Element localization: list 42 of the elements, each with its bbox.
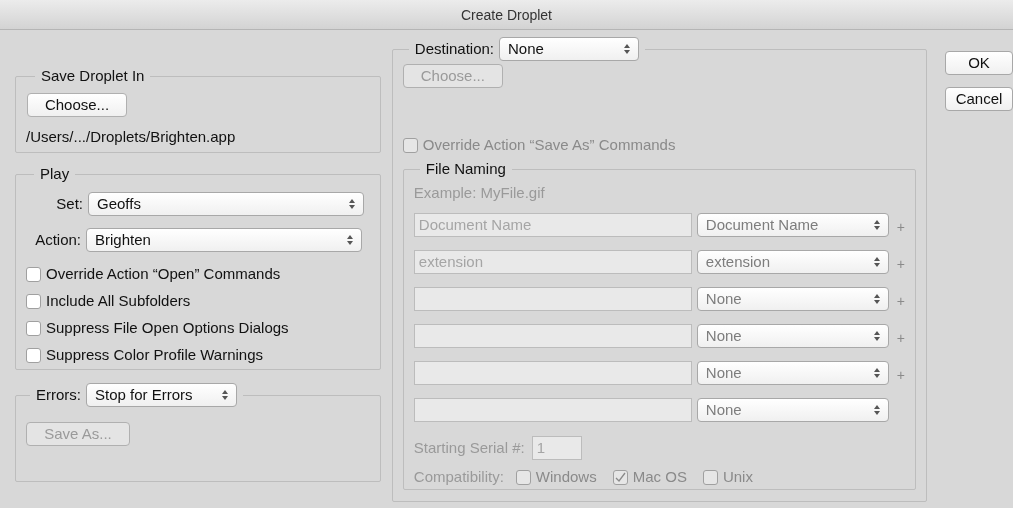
field-label: Starting Serial #: <box>413 439 525 457</box>
dropdown[interactable]: Stop for Errors <box>86 383 237 407</box>
window-title: Create Droplet <box>460 5 552 24</box>
updown-arrows-icon <box>624 44 631 54</box>
updown-arrows-icon <box>873 368 880 378</box>
check-icon <box>614 471 626 483</box>
updown-arrows-icon <box>873 257 880 267</box>
checkbox[interactable] <box>26 347 41 363</box>
checkbox[interactable] <box>26 320 41 336</box>
checkbox-label: Windows <box>535 468 597 486</box>
field-label: Destination: <box>414 40 495 58</box>
field-label: Set: <box>55 195 84 213</box>
updown-arrows-icon <box>222 390 228 400</box>
example-text: Example: MyFile.gif <box>413 184 546 202</box>
updown-arrows-icon <box>873 294 880 304</box>
checkbox-label: Override Action “Open” Commands <box>46 265 281 283</box>
checkbox[interactable] <box>26 293 41 309</box>
updown-arrows-icon <box>349 199 355 209</box>
push-button[interactable]: Choose... <box>27 93 127 117</box>
checkbox-label: Suppress File Open Options Dialogs <box>46 319 289 337</box>
dropdown[interactable]: None <box>499 37 640 61</box>
push-button[interactable]: OK <box>945 51 1013 75</box>
folder-path: /Users/.../Droplets/Brighten.app <box>26 128 237 146</box>
group-title: Play <box>40 165 70 182</box>
updown-arrows-icon <box>347 235 353 245</box>
checkbox-label: Mac OS <box>632 468 687 486</box>
checkbox-label: Override Action “Save As” Commands <box>422 136 676 154</box>
checkbox-label: Unix <box>722 468 753 486</box>
dropdown[interactable]: Geoffs <box>88 192 364 216</box>
field-label: Action: <box>34 231 82 249</box>
field-label: Errors: <box>36 386 81 404</box>
updown-arrows-icon <box>873 220 880 230</box>
checkbox-label: Include All Subfolders <box>46 292 191 310</box>
checkbox-label: Suppress Color Profile Warnings <box>46 346 264 364</box>
dropdown[interactable]: Brighten <box>86 228 362 252</box>
group-title: File Naming <box>425 160 506 177</box>
field-label: Compatibility: <box>413 468 504 486</box>
updown-arrows-icon <box>873 405 880 415</box>
group-title: Save Droplet In <box>41 67 145 84</box>
push-button[interactable]: Cancel <box>945 87 1013 111</box>
checkbox[interactable] <box>26 266 41 282</box>
updown-arrows-icon <box>873 331 880 341</box>
